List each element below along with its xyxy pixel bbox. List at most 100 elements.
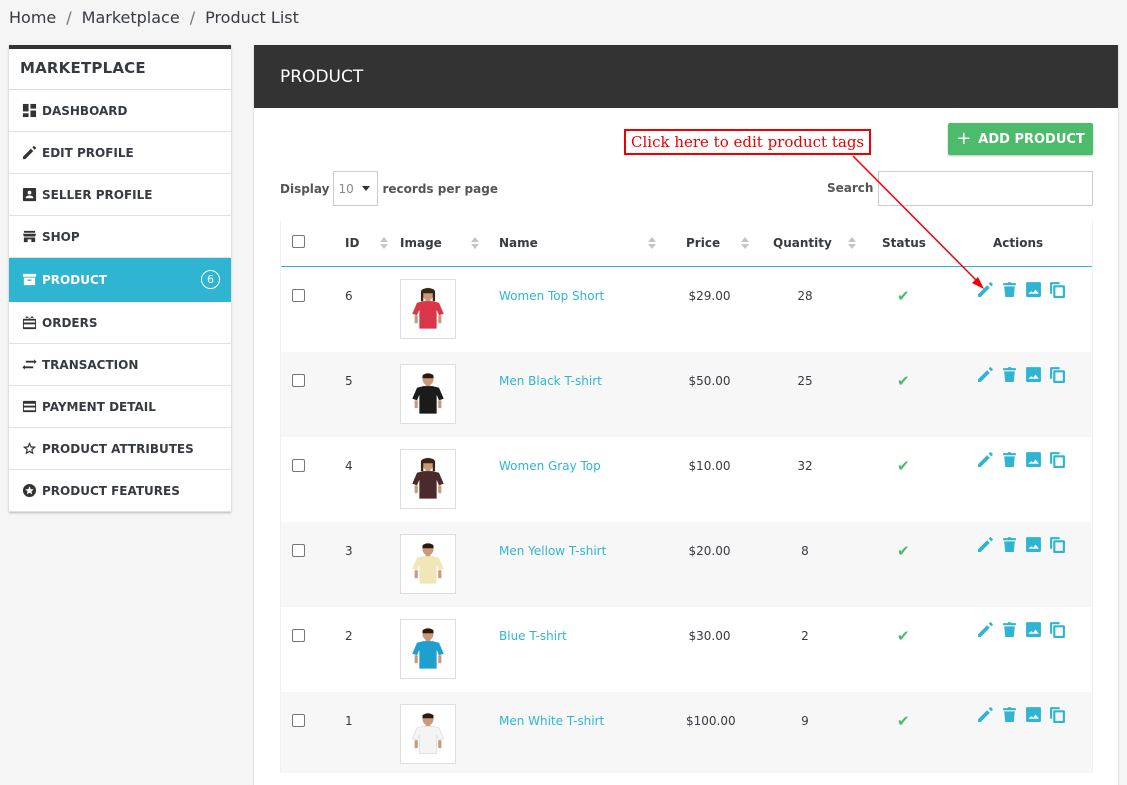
image-icon[interactable]: [1025, 706, 1042, 723]
duplicate-copy-icon[interactable]: [1049, 451, 1066, 468]
plus-icon: +: [956, 128, 972, 149]
column-header-image[interactable]: Image: [400, 236, 479, 250]
row-checkbox[interactable]: [292, 629, 305, 642]
row-checkbox[interactable]: [292, 714, 305, 727]
records-per-page: Display 10 records per page: [280, 171, 498, 206]
duplicate-copy-icon[interactable]: [1049, 536, 1066, 553]
duplicate-copy-icon[interactable]: [1049, 281, 1066, 298]
duplicate-copy-icon[interactable]: [1049, 706, 1066, 723]
product-name-link[interactable]: Men White T-shirt: [499, 714, 604, 728]
sidebar: MARKETPLACE DASHBOARD EDIT PROFILE SELLE…: [9, 45, 231, 512]
sidebar-item-label: ORDERS: [42, 315, 98, 330]
status-active-check-icon[interactable]: ✔: [897, 712, 910, 730]
image-icon[interactable]: [1025, 451, 1042, 468]
column-header-actions: Actions: [993, 236, 1043, 250]
row-checkbox[interactable]: [292, 289, 305, 302]
sort-icon: [380, 237, 389, 249]
product-name-link[interactable]: Men Yellow T-shirt: [499, 544, 606, 558]
delete-trash-icon[interactable]: [1001, 706, 1018, 723]
product-name-link[interactable]: Men Black T-shirt: [499, 374, 602, 388]
delete-trash-icon[interactable]: [1001, 281, 1018, 298]
product-thumbnail[interactable]: [400, 279, 456, 339]
product-name-link[interactable]: Women Gray Top: [499, 459, 601, 473]
column-header-name[interactable]: Name: [499, 236, 656, 250]
status-active-check-icon[interactable]: ✔: [897, 627, 910, 645]
edit-pencil-icon[interactable]: [977, 451, 994, 468]
sidebar-title: MARKETPLACE: [9, 49, 231, 90]
sidebar-item-edit-profile[interactable]: EDIT PROFILE: [9, 132, 231, 174]
image-icon[interactable]: [1025, 536, 1042, 553]
product-name-link[interactable]: Women Top Short: [499, 289, 604, 303]
product-id: 4: [345, 459, 353, 473]
row-checkbox[interactable]: [292, 374, 305, 387]
sidebar-item-product-features[interactable]: PRODUCT FEATURES: [9, 470, 231, 512]
edit-pencil-icon[interactable]: [977, 706, 994, 723]
product-thumbnail[interactable]: [400, 449, 456, 509]
column-header-label: Name: [499, 236, 538, 250]
row-actions: [977, 281, 1066, 298]
sidebar-item-product-attributes[interactable]: PRODUCT ATTRIBUTES: [9, 428, 231, 470]
records-per-page-select[interactable]: 10: [333, 171, 379, 206]
breadcrumb-separator: /: [66, 8, 72, 27]
sidebar-item-seller-profile[interactable]: SELLER PROFILE: [9, 174, 231, 216]
sidebar-item-orders[interactable]: ORDERS: [9, 302, 231, 344]
delete-trash-icon[interactable]: [1001, 621, 1018, 638]
sidebar-item-transaction[interactable]: TRANSACTION: [9, 344, 231, 386]
product-thumbnail[interactable]: [400, 534, 456, 594]
column-header-status[interactable]: Status: [882, 236, 926, 250]
duplicate-copy-icon[interactable]: [1049, 366, 1066, 383]
breadcrumb-home[interactable]: Home: [9, 8, 56, 27]
column-header-label: ID: [345, 236, 360, 250]
product-name-link[interactable]: Blue T-shirt: [499, 629, 567, 643]
product-price: $29.00: [688, 289, 731, 303]
product-thumbnail[interactable]: [400, 704, 456, 764]
row-checkbox[interactable]: [292, 459, 305, 472]
product-quantity: 2: [801, 629, 809, 643]
status-active-check-icon[interactable]: ✔: [897, 457, 910, 475]
row-checkbox[interactable]: [292, 544, 305, 557]
product-quantity: 32: [797, 459, 813, 473]
product-count-badge: 6: [201, 270, 220, 289]
table-header: ID Image Name Price Quantity Status Acti…: [281, 221, 1092, 267]
product-id: 1: [345, 714, 353, 728]
sidebar-item-payment-detail[interactable]: PAYMENT DETAIL: [9, 386, 231, 428]
sidebar-item-product[interactable]: PRODUCT 6: [9, 258, 231, 302]
product-thumbnail[interactable]: [400, 619, 456, 679]
edit-pencil-icon[interactable]: [977, 536, 994, 553]
status-active-check-icon[interactable]: ✔: [897, 372, 910, 390]
duplicate-copy-icon[interactable]: [1049, 621, 1066, 638]
add-product-button[interactable]: + ADD PRODUCT: [948, 123, 1093, 155]
column-header-label: Price: [686, 236, 721, 250]
image-icon[interactable]: [1025, 621, 1042, 638]
product-thumbnail[interactable]: [400, 364, 456, 424]
column-header-price[interactable]: Price: [686, 236, 750, 250]
row-actions: [977, 621, 1066, 638]
product-id: 5: [345, 374, 353, 388]
image-icon[interactable]: [1025, 281, 1042, 298]
image-icon[interactable]: [1025, 366, 1042, 383]
status-active-check-icon[interactable]: ✔: [897, 287, 910, 305]
breadcrumb-marketplace[interactable]: Marketplace: [82, 8, 180, 27]
edit-pencil-icon[interactable]: [977, 281, 994, 298]
delete-trash-icon[interactable]: [1001, 366, 1018, 383]
breadcrumb: Home / Marketplace / Product List: [9, 8, 299, 27]
select-all-checkbox[interactable]: [292, 235, 305, 248]
delete-trash-icon[interactable]: [1001, 451, 1018, 468]
table-row: 3 Men Yellow T-shirt $20.00 8 ✔: [281, 522, 1092, 607]
product-quantity: 25: [797, 374, 813, 388]
product-quantity: 8: [801, 544, 809, 558]
delete-trash-icon[interactable]: [1001, 536, 1018, 553]
search-input[interactable]: [878, 171, 1093, 206]
annotation-callout: Click here to edit product tags: [624, 129, 872, 155]
table-row: 6 Women Top Short $29.00 28 ✔: [281, 267, 1092, 352]
edit-pencil-icon[interactable]: [977, 621, 994, 638]
sidebar-item-shop[interactable]: SHOP: [9, 216, 231, 258]
star-outline-icon: [21, 441, 37, 457]
column-header-quantity[interactable]: Quantity: [773, 236, 856, 250]
row-actions: [977, 706, 1066, 723]
product-table: ID Image Name Price Quantity Status Acti…: [280, 221, 1093, 773]
column-header-id[interactable]: ID: [345, 236, 389, 250]
sidebar-item-dashboard[interactable]: DASHBOARD: [9, 90, 231, 132]
edit-pencil-icon[interactable]: [977, 366, 994, 383]
status-active-check-icon[interactable]: ✔: [897, 542, 910, 560]
